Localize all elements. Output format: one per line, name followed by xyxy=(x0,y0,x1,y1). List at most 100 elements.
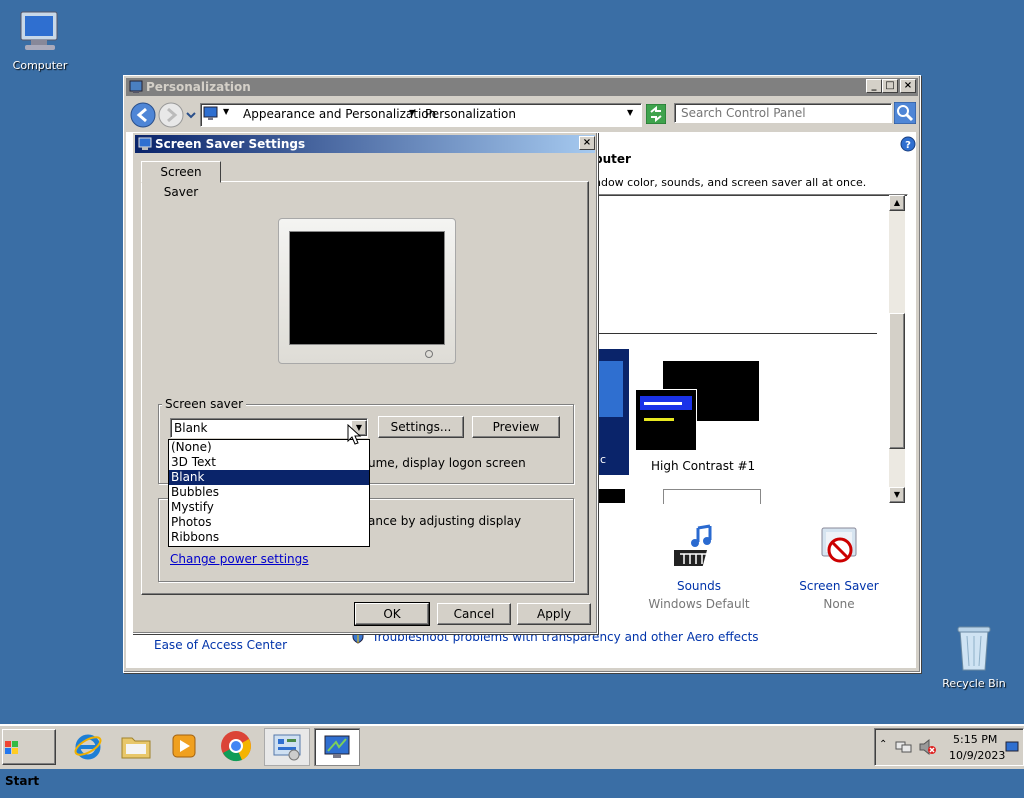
control-panel-taskbar-icon xyxy=(273,734,301,761)
settings-button[interactable]: Settings... xyxy=(378,416,464,438)
chrome-icon xyxy=(221,731,251,762)
monitor-preview xyxy=(278,218,456,364)
media-player-icon xyxy=(172,734,196,758)
taskbar-explorer-button[interactable] xyxy=(114,728,158,764)
back-button-icon[interactable] xyxy=(130,102,156,128)
recycle-bin-icon xyxy=(957,626,991,671)
nav-bar: ▼ Appearance and Personalization ▼ Perso… xyxy=(126,100,916,130)
screen-saver-label: Screen Saver xyxy=(799,579,879,593)
address-chevron-icon[interactable]: ▼ xyxy=(223,107,229,116)
breadcrumb-chevron-icon[interactable]: ▼ xyxy=(409,108,415,117)
screen-saver-select[interactable]: Blank ▼ xyxy=(170,418,368,438)
power-text: ance by adjusting display xyxy=(368,514,522,528)
search-icon[interactable] xyxy=(894,102,916,124)
minimize-button[interactable]: _ xyxy=(866,79,882,93)
dropdown-option[interactable]: 3D Text xyxy=(169,455,369,470)
taskbar-chrome-button[interactable] xyxy=(214,728,258,764)
personalization-small-icon xyxy=(203,106,218,120)
ease-of-access-link[interactable]: Ease of Access Center xyxy=(154,638,287,652)
monitor-power-indicator xyxy=(425,350,433,358)
control-panel-icon xyxy=(129,80,143,93)
taskbar-media-button[interactable] xyxy=(162,728,206,764)
mouse-cursor-icon xyxy=(347,424,362,445)
recycle-bin-label: Recycle Bin xyxy=(942,677,1006,690)
maximize-button[interactable]: □ xyxy=(882,79,898,93)
dropdown-option-selected[interactable]: Blank xyxy=(169,470,369,485)
dialog-close-button[interactable]: × xyxy=(579,136,595,150)
themes-list[interactable]: ic High Contrast #1 ▲ ▼ xyxy=(594,194,908,506)
computer-desktop-icon[interactable]: Computer xyxy=(0,10,80,72)
dialog-titlebar[interactable]: Screen Saver Settings xyxy=(135,135,595,153)
dropdown-option[interactable]: Photos xyxy=(169,515,369,530)
personalization-title: Personalization xyxy=(146,80,251,94)
preview-screen xyxy=(289,231,445,345)
recent-pages-dropdown-icon[interactable] xyxy=(186,110,196,120)
dialog-title-icon xyxy=(138,137,152,150)
network-icon[interactable] xyxy=(895,739,913,755)
breadcrumb-item-appearance[interactable]: Appearance and Personalization xyxy=(243,107,436,121)
address-dropdown-icon[interactable]: ▼ xyxy=(627,108,633,117)
breadcrumb-item-personalization[interactable]: Personalization xyxy=(425,107,516,121)
system-tray: ⌃ 5:15 PM 10/9/2023 xyxy=(874,728,1024,766)
windows-logo-icon xyxy=(5,740,18,754)
volume-muted-icon[interactable] xyxy=(919,739,937,755)
start-button[interactable]: Start xyxy=(2,729,56,788)
theme-preview-front xyxy=(635,389,697,451)
clock-date[interactable]: 10/9/2023 xyxy=(949,749,1005,762)
cancel-button[interactable]: Cancel xyxy=(437,603,511,625)
tab-screen-saver-label: Screen Saver xyxy=(160,165,202,199)
computer-label: Computer xyxy=(12,59,68,72)
personalization-titlebar[interactable]: Personalization xyxy=(126,78,918,96)
dropdown-option[interactable]: (None) xyxy=(169,440,369,455)
page-heading: puter xyxy=(594,152,631,166)
scroll-thumb[interactable] xyxy=(889,313,905,449)
screen-saver-dropdown-list[interactable]: (None) 3D Text Blank Bubbles Mystify Pho… xyxy=(168,439,370,547)
help-icon[interactable]: ? xyxy=(900,136,916,152)
ok-button[interactable]: OK xyxy=(354,602,430,626)
taskbar-control-panel-button[interactable] xyxy=(264,728,310,766)
internet-explorer-icon xyxy=(74,734,102,760)
theme-high-contrast-1[interactable]: High Contrast #1 xyxy=(635,361,765,477)
search-input[interactable] xyxy=(674,103,892,123)
theme-high-contrast-label: High Contrast #1 xyxy=(651,459,756,473)
theme-partial-bottom-black xyxy=(595,489,625,503)
display-personalization-icon xyxy=(324,735,350,758)
apply-button[interactable]: Apply xyxy=(517,603,591,625)
show-desktop-icon[interactable] xyxy=(1005,741,1019,753)
taskbar-ie-button[interactable] xyxy=(66,728,110,764)
screen-saver-value: None xyxy=(823,597,855,611)
theme-selected-partial[interactable]: ic xyxy=(595,349,629,475)
change-power-settings-link[interactable]: Change power settings xyxy=(170,552,309,566)
themes-divider xyxy=(595,333,877,334)
sounds-icon xyxy=(666,524,712,566)
clock-time[interactable]: 5:15 PM xyxy=(953,733,997,746)
show-hidden-icons-icon[interactable]: ⌃ xyxy=(879,739,887,750)
dropdown-option[interactable]: Ribbons xyxy=(169,530,369,545)
screen-saver-select-value: Blank xyxy=(174,421,208,435)
dropdown-option[interactable]: Mystify xyxy=(169,500,369,515)
start-label: Start xyxy=(5,774,40,788)
dropdown-option[interactable]: Bubbles xyxy=(169,485,369,500)
scroll-down-button[interactable]: ▼ xyxy=(889,487,905,503)
theme-partial-label: ic xyxy=(597,453,607,466)
sounds-label: Sounds xyxy=(676,579,722,593)
recycle-bin-desktop-icon[interactable]: Recycle Bin xyxy=(934,624,1014,690)
scroll-up-button[interactable]: ▲ xyxy=(889,195,905,211)
themes-scrollbar[interactable]: ▲ ▼ xyxy=(889,195,905,503)
forward-button-icon[interactable] xyxy=(158,102,184,128)
taskbar-personalization-button[interactable] xyxy=(314,728,360,766)
page-subtitle: ndow color, sounds, and screen saver all… xyxy=(594,176,867,189)
refresh-icon[interactable] xyxy=(646,104,666,124)
screen-saver-group-label: Screen saver xyxy=(162,397,247,411)
address-bar[interactable]: ▼ Appearance and Personalization ▼ Perso… xyxy=(200,103,642,127)
resume-logon-text: ume, display logon screen xyxy=(368,456,526,470)
screen-saver-link[interactable]: Screen Saver None xyxy=(784,524,894,611)
svg-text:?: ? xyxy=(905,140,911,151)
folder-icon xyxy=(121,737,151,759)
tab-screen-saver[interactable]: Screen Saver xyxy=(141,161,221,199)
close-button[interactable]: × xyxy=(900,79,916,93)
screen-saver-dialog: Screen Saver Settings × Screen Saver Scr… xyxy=(132,132,598,634)
sounds-link[interactable]: Sounds Windows Default xyxy=(644,524,754,611)
preview-button[interactable]: Preview xyxy=(472,416,560,438)
dialog-title: Screen Saver Settings xyxy=(155,137,306,151)
